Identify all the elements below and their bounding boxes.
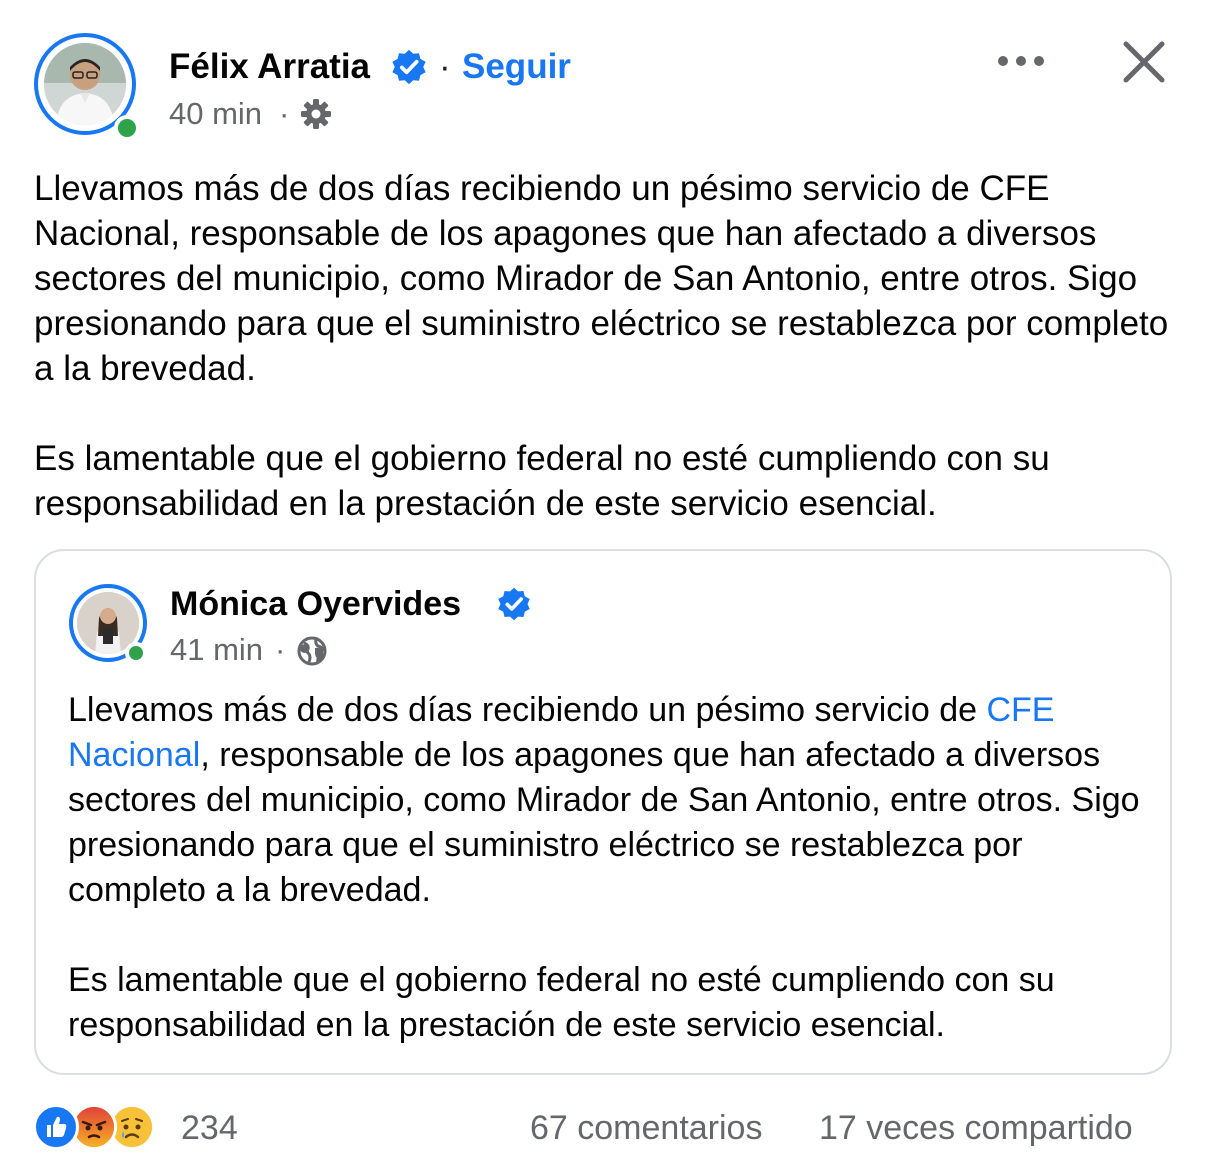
separator-dot: · (439, 47, 451, 86)
verified-badge-icon (498, 587, 530, 621)
verified-badge-icon (392, 49, 426, 85)
post-paragraph: Es lamentable que el gobierno federal no… (34, 439, 1050, 523)
like-reaction-icon (33, 1104, 79, 1150)
gear-icon (301, 99, 331, 129)
shared-post-timestamp[interactable]: 41 min (170, 631, 263, 669)
author-name[interactable]: Félix Arratia (169, 45, 370, 89)
shared-author-avatar[interactable] (69, 584, 151, 666)
shared-post-paragraph: Llevamos más de dos días recibiendo un p… (68, 688, 1148, 913)
reactions-summary[interactable] (33, 1104, 173, 1152)
comments-count-link[interactable]: 67 comentarios (530, 1108, 762, 1148)
post-paragraph: Llevamos más de dos días recibiendo un p… (34, 169, 1169, 388)
paragraph-text: , responsable de los apagones que han af… (68, 736, 1140, 909)
post-timestamp[interactable]: 40 min (169, 95, 262, 133)
shared-post-body: Llevamos más de dos días recibiendo un p… (68, 688, 1148, 1048)
facebook-post: Félix Arratia · Seguir 40 min · Llevamos… (0, 0, 1206, 1168)
shares-count-link[interactable]: 17 veces compartido (819, 1108, 1133, 1148)
shared-post-card[interactable]: Mónica Oyervides 41 min · Llevamos más d… (34, 549, 1172, 1075)
close-icon[interactable] (1120, 38, 1168, 86)
paragraph-text: Llevamos más de dos días recibiendo un p… (68, 691, 987, 729)
shared-author-name[interactable]: Mónica Oyervides (170, 582, 461, 626)
avatar-photo (44, 43, 126, 125)
meta-separator: · (279, 96, 290, 131)
online-status-dot (125, 642, 147, 664)
reaction-count[interactable]: 234 (181, 1108, 238, 1148)
follow-button[interactable]: Seguir (462, 45, 571, 89)
post-body: Llevamos más de dos días recibiendo un p… (34, 166, 1184, 526)
meta-separator: · (275, 632, 286, 667)
online-status-dot (114, 115, 140, 141)
author-avatar[interactable] (34, 33, 144, 143)
shared-post-paragraph: Es lamentable que el gobierno federal no… (68, 961, 1055, 1044)
more-options-icon[interactable] (995, 44, 1047, 78)
globe-icon (297, 636, 327, 666)
